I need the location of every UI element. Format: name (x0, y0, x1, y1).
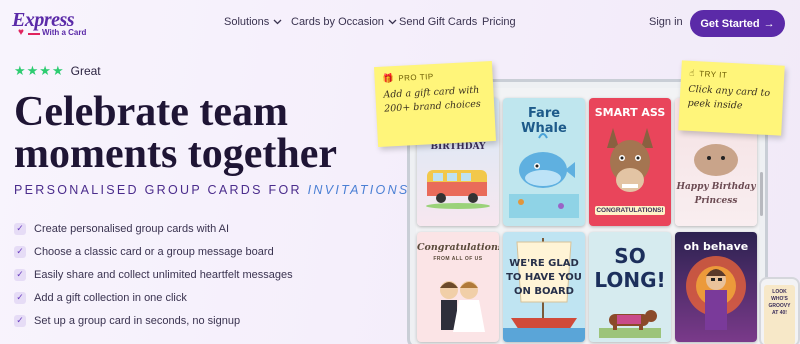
nav-solutions[interactable]: Solutions (224, 16, 282, 28)
card-title: Congratulations (417, 242, 499, 253)
card-title: SMART ASS (594, 106, 666, 119)
feature-item: ✓ Create personalised group cards with AI (14, 217, 293, 240)
feature-text: Set up a group card in seconds, no signu… (34, 314, 241, 327)
card-congratulations[interactable]: Congratulations FROM ALL OF US (417, 232, 499, 342)
feature-text: Choose a classic card or a group message… (34, 245, 274, 258)
card-title: WE'RE GLAD (509, 258, 579, 269)
nav-solutions-label: Solutions (224, 16, 270, 28)
top-nav: Express ♥ With a Card Solutions Cards by… (0, 0, 800, 46)
subhead-rotating-word: INVITATIONS (307, 183, 410, 197)
arrow-right-icon: → (763, 17, 775, 30)
van-illustration (426, 170, 490, 209)
feature-text: Easily share and collect unlimited heart… (34, 268, 293, 281)
chevron-down-icon (388, 17, 397, 27)
chevron-down-icon (273, 17, 282, 27)
nav-pricing-label: Pricing (482, 16, 516, 28)
gift-icon: 🎁 (382, 73, 395, 84)
donkey-illustration (607, 128, 653, 192)
star-icon: ★★★★ (14, 63, 65, 78)
feature-list: ✓ Create personalised group cards with AI… (14, 217, 293, 332)
card-oh-behave[interactable]: oh behave (675, 232, 757, 342)
card-smart-ass[interactable]: SMART ASS CONGRATULATIONS! (589, 98, 671, 226)
phone-text-line-1: LOOK WHO'S (771, 289, 788, 302)
card-subtitle: Princess (694, 196, 738, 206)
try-it-tag-label: TRY IT (698, 69, 728, 80)
feature-item: ✓ Add a gift collection in one click (14, 286, 293, 309)
headline-line-1: Celebrate team (14, 89, 289, 135)
check-icon: ✓ (14, 222, 26, 235)
nav-pricing[interactable]: Pricing (482, 16, 516, 28)
rating-label: Great (70, 64, 101, 78)
pro-tip-tag: 🎁 PRO TIP (382, 68, 484, 84)
scrollbar[interactable] (760, 172, 763, 216)
try-it-text: Click any card to peek inside (687, 83, 775, 116)
heart-icon: ♥ (18, 27, 24, 38)
headline-line-2: moments together (14, 131, 338, 177)
check-icon: ✓ (14, 314, 26, 327)
get-started-button[interactable]: Get Started → (690, 10, 785, 37)
try-it-note: ☝ TRY IT Click any card to peek inside (678, 60, 785, 136)
groovy-man-illustration (686, 256, 746, 330)
check-icon: ✓ (14, 291, 26, 304)
card-title: Happy Birthday (676, 182, 756, 192)
card-title: SO (614, 244, 646, 268)
phone-text-line-3: AT 40! (772, 310, 787, 316)
sign-in-link[interactable]: Sign in (649, 16, 683, 28)
card-so-long[interactable]: SO LONG! (589, 232, 671, 342)
phone-card-preview[interactable]: LOOK WHO'S GROOVY AT 40! (764, 285, 795, 344)
pointer-hand-icon: ☝ (689, 67, 696, 79)
feature-text: Add a gift collection in one click (34, 291, 187, 304)
check-icon: ✓ (14, 268, 26, 281)
nav-cards-by-occasion-label: Cards by Occasion (291, 16, 384, 28)
card-subtitle: FROM ALL OF US (433, 256, 483, 262)
rating: ★★★★ Great (14, 63, 101, 79)
card-title: oh behave (683, 240, 749, 253)
hero-subheading: PERSONALISED GROUP CARDS FOR INVITATIONS (14, 183, 412, 197)
hero-headline: Celebrate team moments together (14, 91, 394, 175)
phone-mockup: LOOK WHO'S GROOVY AT 40! (759, 277, 800, 344)
get-started-label: Get Started (700, 17, 760, 30)
card-title-line-3: ON BOARD (514, 286, 574, 297)
feature-item: ✓ Easily share and collect unlimited hear… (14, 263, 293, 286)
nav-send-gift-cards[interactable]: Send Gift Cards (399, 16, 477, 28)
card-title-line-2: LONG! (594, 268, 666, 292)
pro-tip-note: 🎁 PRO TIP Add a gift card with 200+ bran… (373, 60, 497, 148)
logo-tagline: With a Card (42, 28, 87, 37)
nav-send-gift-cards-label: Send Gift Cards (399, 16, 478, 28)
nav-cards-by-occasion[interactable]: Cards by Occasion (291, 16, 397, 28)
card-glad-to-have-you[interactable]: WE'RE GLAD TO HAVE YOU ON BOARD (503, 232, 585, 342)
feature-text: Create personalised group cards with AI (34, 222, 230, 235)
card-title-line-2: TO HAVE YOU (506, 272, 582, 283)
feature-item: ✓ Choose a classic card or a group messag… (14, 240, 293, 263)
phone-text-line-2: GROOVY (768, 303, 791, 309)
card-subtitle: CONGRATULATIONS! (595, 206, 665, 215)
pro-tip-text: Add a gift card with 200+ brand choices (383, 83, 486, 116)
try-it-tag: ☝ TRY IT (689, 68, 776, 84)
pug-illustration (694, 144, 738, 176)
pro-tip-tag-label: PRO TIP (398, 72, 434, 83)
whale-illustration (509, 133, 579, 218)
check-icon: ✓ (14, 245, 26, 258)
subhead-prefix: PERSONALISED GROUP CARDS FOR (14, 183, 308, 197)
feature-item: ✓ Set up a group card in seconds, no sign… (14, 309, 293, 332)
couple-illustration (440, 281, 485, 332)
dachshund-illustration (599, 310, 661, 338)
card-fare-whale[interactable]: Fare Whale (503, 98, 585, 226)
logo-underline (28, 33, 40, 35)
logo[interactable]: Express ♥ With a Card (10, 9, 94, 39)
